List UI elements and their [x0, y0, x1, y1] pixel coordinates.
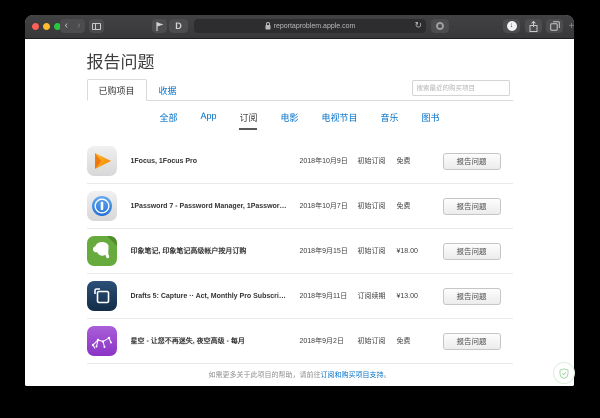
- footer-help-text: 如需更多关于此项目的帮助，请前往订阅和购买项目支持。: [87, 370, 513, 380]
- address-url: reportaproblem.apple.com: [274, 23, 356, 30]
- download-icon: ↓: [507, 21, 517, 31]
- support-link[interactable]: 订阅和购买项目支持: [321, 372, 384, 379]
- report-problem-button[interactable]: 报告问题: [443, 333, 501, 350]
- reload-icon[interactable]: ↻: [414, 20, 422, 31]
- category-movies[interactable]: 电影: [280, 111, 298, 130]
- table-row: Drafts 5: Capture ·· Act, Monthly Pro Su…: [87, 274, 513, 319]
- sidebar-button[interactable]: [89, 19, 104, 33]
- pin-extension-button[interactable]: [152, 19, 167, 33]
- lock-icon: [265, 22, 271, 30]
- tab-purchased[interactable]: 已购项目: [87, 79, 147, 101]
- table-row: 星空 - 让您不再迷失, 夜空高级 - 每月 2018年9月2日 初始订阅 免费…: [87, 319, 513, 364]
- minimize-window-button[interactable]: [43, 23, 50, 30]
- purchase-date: 2018年10月9日: [300, 156, 358, 166]
- 1password-app-icon: [87, 191, 117, 221]
- purchase-price: 免费: [397, 156, 443, 166]
- forward-button[interactable]: ›: [77, 21, 80, 31]
- category-all[interactable]: 全部: [159, 111, 177, 130]
- purchase-date: 2018年9月11日: [300, 291, 358, 301]
- report-problem-button[interactable]: 报告问题: [443, 243, 501, 260]
- page-content: 报告问题 已购项目 收据 全部 App 订阅 电影 电视节目 音乐 图书: [25, 39, 574, 386]
- d-extension-icon: D: [175, 21, 182, 31]
- purchase-type: 初始订阅: [358, 246, 397, 256]
- table-row: 1Password 7 - Password Manager, 1Passwor…: [87, 184, 513, 229]
- footer-prefix: 如需更多关于此项目的帮助，请前往: [209, 372, 321, 379]
- flag-icon: [156, 22, 164, 31]
- purchase-type: 初始订阅: [358, 156, 397, 166]
- back-button[interactable]: ‹: [65, 21, 68, 31]
- purchase-type: 初始订阅: [358, 336, 397, 346]
- category-subscriptions[interactable]: 订阅: [239, 111, 257, 130]
- purchase-date: 2018年10月7日: [300, 201, 358, 211]
- d-extension-button[interactable]: D: [169, 19, 188, 33]
- category-app[interactable]: App: [200, 111, 216, 130]
- close-window-button[interactable]: [32, 23, 39, 30]
- circle-extension-button[interactable]: [431, 19, 449, 33]
- shield-icon: [559, 368, 569, 379]
- tab-receipts[interactable]: 收据: [147, 80, 189, 100]
- browser-window: ‹ › D reportaproblem.apple.com ↻: [25, 15, 574, 386]
- purchase-price: 免费: [397, 336, 443, 346]
- footer-suffix: 。: [384, 372, 391, 379]
- 1focus-app-icon: [87, 146, 117, 176]
- starwalk-app-icon: [87, 326, 117, 356]
- report-problem-button[interactable]: 报告问题: [443, 198, 501, 215]
- purchase-name: 1Focus, 1Focus Pro: [131, 158, 300, 165]
- purchase-list: 1Focus, 1Focus Pro 2018年10月9日 初始订阅 免费 报告…: [87, 139, 513, 364]
- purchase-name: 印象笔记, 印象笔记高级帐户按月订购: [131, 246, 300, 256]
- purchase-name: Drafts 5: Capture ·· Act, Monthly Pro Su…: [131, 291, 300, 301]
- tab-overview-icon: [550, 21, 560, 31]
- evernote-app-icon: [87, 236, 117, 266]
- window-controls: [32, 23, 61, 30]
- sidebar-icon: [92, 23, 101, 30]
- share-button[interactable]: [525, 19, 542, 33]
- purchase-name: 星空 - 让您不再迷失, 夜空高级 - 每月: [131, 336, 300, 346]
- table-row: 印象笔记, 印象笔记高级帐户按月订购 2018年9月15日 初始订阅 ¥18.0…: [87, 229, 513, 274]
- adblock-shield-badge[interactable]: [553, 362, 575, 384]
- purchase-type: 订阅续期: [358, 291, 397, 301]
- purchase-price: ¥18.00: [397, 248, 443, 255]
- browser-toolbar: ‹ › D reportaproblem.apple.com ↻: [25, 15, 574, 39]
- circle-extension-icon: [436, 22, 444, 30]
- purchase-price: ¥13.00: [397, 293, 443, 300]
- report-problem-button[interactable]: 报告问题: [443, 153, 501, 170]
- category-tv[interactable]: 电视节目: [322, 111, 358, 130]
- nav-buttons: ‹ ›: [60, 19, 85, 33]
- table-row: 1Focus, 1Focus Pro 2018年10月9日 初始订阅 免费 报告…: [87, 139, 513, 184]
- purchase-price: 免费: [397, 201, 443, 211]
- purchase-date: 2018年9月2日: [300, 336, 358, 346]
- downloads-button[interactable]: ↓: [503, 19, 520, 33]
- category-music[interactable]: 音乐: [381, 111, 399, 130]
- purchase-type: 初始订阅: [358, 201, 397, 211]
- new-tab-button[interactable]: +: [565, 19, 574, 33]
- category-books[interactable]: 图书: [422, 111, 440, 130]
- search-input[interactable]: [412, 80, 510, 96]
- tab-overview-button[interactable]: [546, 19, 563, 33]
- purchase-name: 1Password 7 - Password Manager, 1Passwor…: [131, 203, 300, 210]
- plus-icon: +: [569, 21, 574, 32]
- drafts-app-icon: [87, 281, 117, 311]
- purchase-date: 2018年9月15日: [300, 246, 358, 256]
- share-icon: [529, 21, 538, 32]
- page-title: 报告问题: [87, 48, 513, 73]
- category-tabs: 全部 App 订阅 电影 电视节目 音乐 图书: [87, 111, 513, 130]
- report-problem-button[interactable]: 报告问题: [443, 288, 501, 305]
- address-bar[interactable]: reportaproblem.apple.com ↻: [194, 19, 426, 33]
